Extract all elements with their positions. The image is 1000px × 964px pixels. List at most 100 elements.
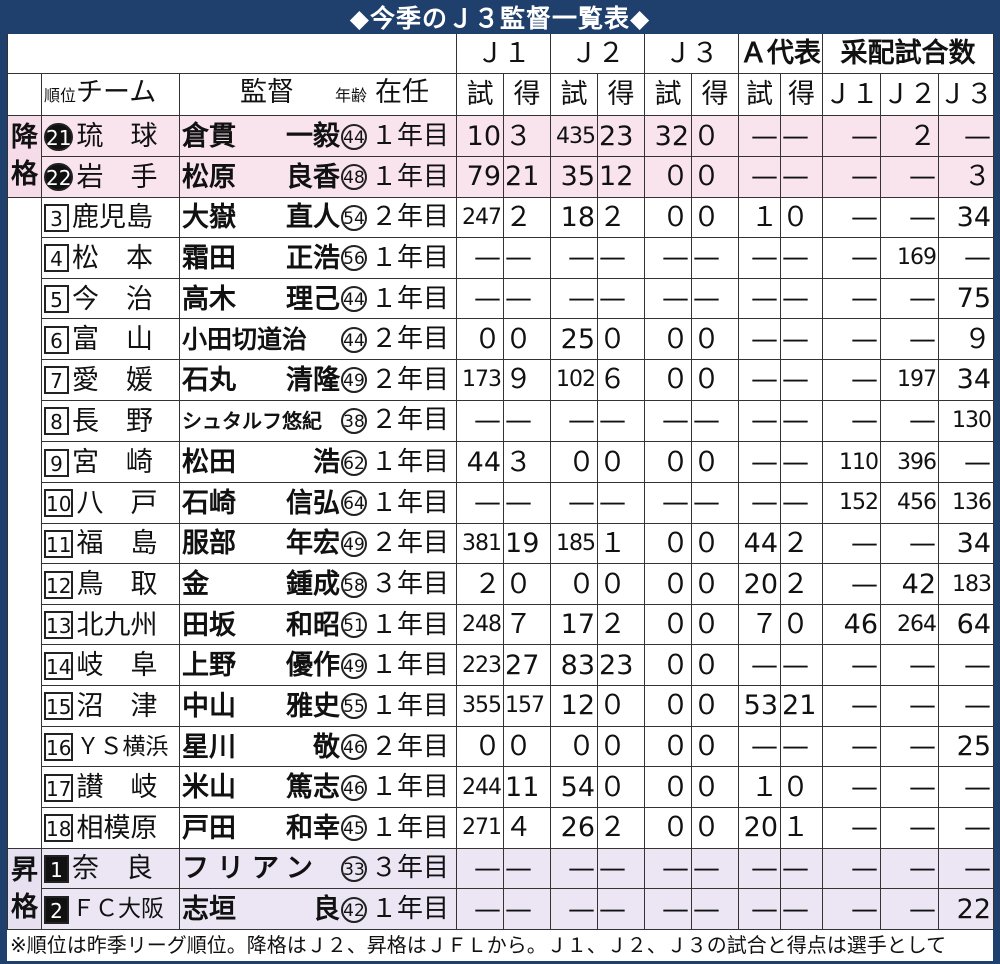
header-j2-games: 試 xyxy=(550,72,599,117)
rank-badge: 5 xyxy=(44,285,69,314)
j1-goals-cell: — xyxy=(503,277,552,320)
header-j2-goals: 得 xyxy=(597,72,646,117)
j3-goals-cell: ０ xyxy=(691,318,740,361)
header-team-label: チーム xyxy=(76,77,157,109)
coach-j1-cell: 152 xyxy=(822,481,882,524)
j2-games-cell: ０ xyxy=(550,441,599,483)
coach-j2-cell: — xyxy=(880,318,940,361)
team-name: 岩 手 xyxy=(76,161,158,193)
coach-j3-cell: 136 xyxy=(938,481,995,524)
j3-games-cell: ０ xyxy=(644,806,693,849)
table-row: 昇格 1 奈 良フリアン 33 ３年目 — — — — — — — — — — — xyxy=(7,847,995,931)
coach-given-name: 篤志 xyxy=(286,772,340,804)
coach-family-name: 志垣 xyxy=(182,894,236,926)
coach-cell: シュタルフ悠紀 38 ２年目 xyxy=(178,399,458,443)
j1-goals-cell: ３ xyxy=(503,441,552,483)
j2-goals-cell: 12 xyxy=(597,155,646,198)
team-cell: 18 相模原 xyxy=(41,806,180,849)
table-row: 6富 山小田切道治 44 ２年目 ０ ０ 25 ０ ０ ０— — — —９ xyxy=(8,318,995,361)
j3-goals-cell: ０ xyxy=(691,115,740,157)
coach-family-name: 松田 xyxy=(182,447,236,479)
team-cell: 8長 野 xyxy=(41,399,180,443)
a-games-cell: — xyxy=(738,318,782,361)
j3-games-cell: — xyxy=(644,847,693,890)
j1-goals-cell: — xyxy=(503,399,552,443)
j2-goals-cell: ０ xyxy=(597,725,646,768)
j3-games-cell: — xyxy=(644,888,693,930)
header-blank xyxy=(6,34,458,74)
coach-cell: 戸田 和幸 45 １年目 xyxy=(178,806,458,849)
j3-goals-cell: ０ xyxy=(691,155,740,198)
j2-games-cell: 185 xyxy=(550,522,599,565)
j1-games-cell: ０ xyxy=(456,318,505,361)
j2-games-cell: — xyxy=(550,847,599,890)
j3-goals-cell: — xyxy=(691,399,740,443)
coach-j1-cell: — xyxy=(822,155,882,198)
rank-badge: 16 xyxy=(44,733,74,761)
team-cell: 11 福 島 xyxy=(41,522,180,565)
tenure: １年目 xyxy=(371,894,450,925)
coach-given-name: 直人 xyxy=(286,202,340,234)
j2-goals-cell: — xyxy=(597,847,646,890)
a-goals-cell: — xyxy=(780,888,824,930)
coach-family-name: 高木 xyxy=(182,283,236,315)
coach-j2-cell: 42 xyxy=(880,563,940,605)
coach-j3-cell: 34 xyxy=(938,522,995,565)
coach-family-name: シュタルフ悠紀 xyxy=(182,409,322,434)
a-games-cell: — xyxy=(738,888,782,930)
coach-given-name: 雅史 xyxy=(286,690,340,722)
j3-games-cell: ０ xyxy=(644,318,693,361)
tenure: ３年目 xyxy=(371,569,450,599)
j1-goals-cell: — xyxy=(503,847,552,890)
coach-j3-cell: ９ xyxy=(938,318,995,361)
coach-j3-cell: ３ xyxy=(938,155,995,198)
j1-games-cell: 79 xyxy=(456,155,505,198)
coach-cell: 田坂 和昭 51 １年目 xyxy=(178,603,458,646)
j1-goals-cell: ２ xyxy=(503,196,552,239)
j3-goals-cell: ０ xyxy=(691,196,740,239)
j2-games-cell: — xyxy=(550,237,599,279)
header-corner xyxy=(7,72,42,117)
team-name: 鹿児島 xyxy=(72,202,153,234)
header-coach-label: 監督 xyxy=(240,77,294,109)
coach-family-name: 星川 xyxy=(182,731,236,763)
j1-goals-cell: ３ xyxy=(503,115,552,157)
coach-family-name: 小田切道治 xyxy=(182,325,308,355)
j1-games-cell: 381 xyxy=(456,522,505,565)
j3-games-cell: ０ xyxy=(644,522,693,565)
table-row: 2 ＦＣ大阪 志垣良 42 １年目 — — — — — — — — — —22 xyxy=(8,888,995,930)
a-games-cell: ７ xyxy=(738,603,782,646)
age-badge: 62 xyxy=(341,449,367,476)
a-games-cell: — xyxy=(738,481,782,524)
j1-games-cell: — xyxy=(456,481,505,524)
a-goals-cell: — xyxy=(780,318,824,361)
team-name: 愛 媛 xyxy=(72,364,153,396)
coach-j1-cell: — xyxy=(822,888,882,930)
j2-goals-cell: — xyxy=(597,481,646,524)
team-cell: 21 琉 球 xyxy=(41,115,180,157)
coach-j3-cell: 64 xyxy=(938,603,995,646)
table-row: 15 沼 津中山 雅史 55 １年目 355 157 12 ０ ０ ０ 53 21— — — xyxy=(8,685,995,727)
header-coach-j2: Ｊ２ xyxy=(880,72,940,117)
team-name: 長 野 xyxy=(72,405,153,437)
j1-goals-cell: ９ xyxy=(503,359,552,401)
age-badge: 33 xyxy=(341,855,367,882)
j3-games-cell: ０ xyxy=(644,563,693,605)
a-games-cell: — xyxy=(738,115,782,157)
j3-games-cell: ０ xyxy=(644,441,693,483)
team-cell: 15 沼 津 xyxy=(41,685,180,727)
j3-games-cell: — xyxy=(644,399,693,443)
tenure: １年目 xyxy=(371,283,450,314)
j1-goals-cell: ０ xyxy=(503,318,552,361)
rank-badge: 11 xyxy=(44,529,74,558)
coach-family-name: 中山 xyxy=(182,690,236,722)
a-goals-cell: — xyxy=(780,359,824,401)
table-row: 16 ＹＳ横浜 星川敬 46 ２年目 ０ ０ ０ ０ ０ ０— — — —25 xyxy=(8,725,995,768)
j3-games-cell: ０ xyxy=(644,644,693,687)
table-row: 9宮 崎松田浩 62 １年目 44 ３ ０ ０ ０ ０— —110 396— xyxy=(8,441,995,483)
age-badge: 45 xyxy=(341,815,367,842)
tenure: １年目 xyxy=(371,609,450,640)
coach-j1-cell: — xyxy=(822,115,882,157)
team-name: 沼 津 xyxy=(76,690,158,722)
j3-goals-cell: ０ xyxy=(691,806,740,849)
